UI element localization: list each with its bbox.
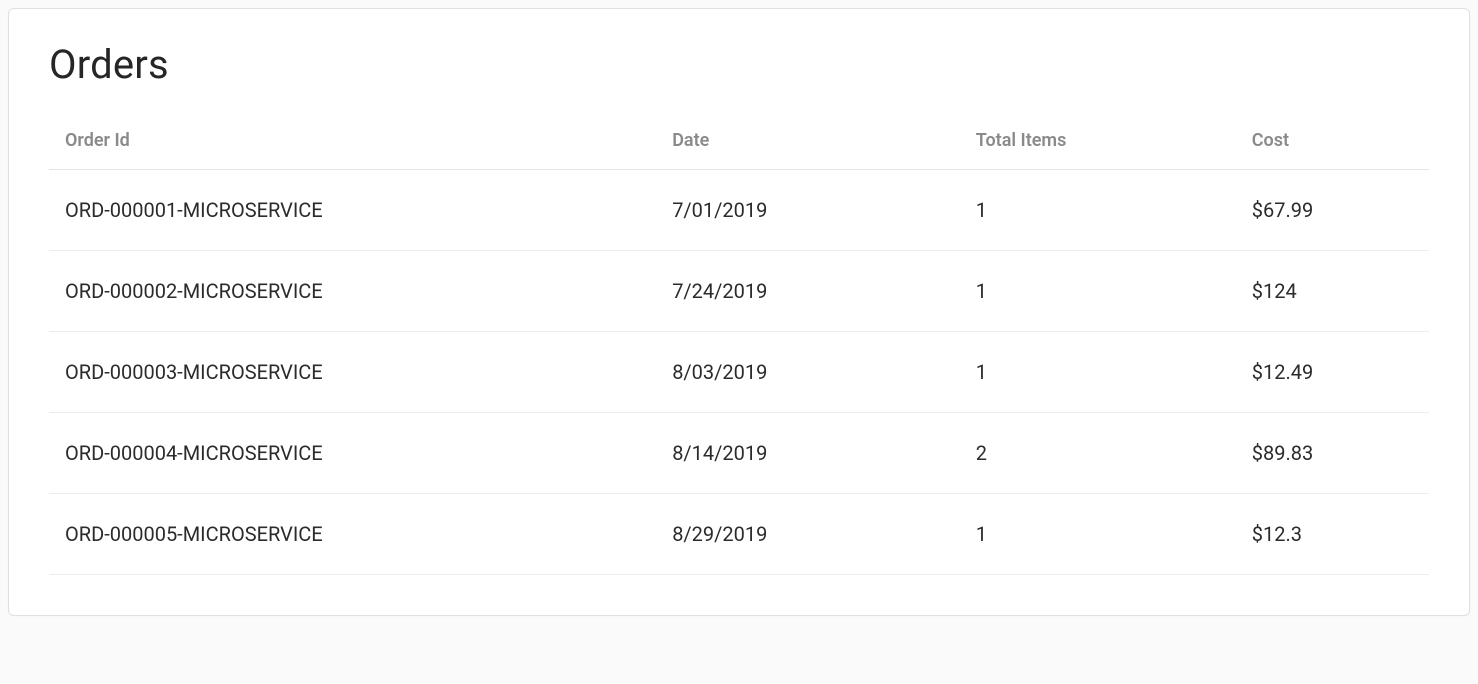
header-date: Date [656, 116, 960, 170]
header-order-id: Order Id [49, 116, 656, 170]
table-header-row: Order Id Date Total Items Cost [49, 116, 1429, 170]
cell-total-items: 1 [960, 332, 1236, 413]
cell-date: 8/03/2019 [656, 332, 960, 413]
header-cost: Cost [1236, 116, 1429, 170]
cell-total-items: 1 [960, 170, 1236, 251]
cell-date: 8/29/2019 [656, 494, 960, 575]
cell-cost: $12.3 [1236, 494, 1429, 575]
cell-order-id: ORD-000003-MICROSERVICE [49, 332, 656, 413]
orders-card: Orders Order Id Date Total Items Cost OR… [8, 8, 1470, 616]
cell-order-id: ORD-000001-MICROSERVICE [49, 170, 656, 251]
orders-table: Order Id Date Total Items Cost ORD-00000… [49, 116, 1429, 575]
cell-cost: $67.99 [1236, 170, 1429, 251]
cell-order-id: ORD-000005-MICROSERVICE [49, 494, 656, 575]
card-title: Orders [49, 41, 1429, 88]
table-row[interactable]: ORD-000002-MICROSERVICE 7/24/2019 1 $124 [49, 251, 1429, 332]
cell-date: 7/24/2019 [656, 251, 960, 332]
cell-cost: $124 [1236, 251, 1429, 332]
cell-date: 7/01/2019 [656, 170, 960, 251]
table-row[interactable]: ORD-000005-MICROSERVICE 8/29/2019 1 $12.… [49, 494, 1429, 575]
cell-total-items: 1 [960, 251, 1236, 332]
header-total-items: Total Items [960, 116, 1236, 170]
table-row[interactable]: ORD-000004-MICROSERVICE 8/14/2019 2 $89.… [49, 413, 1429, 494]
cell-date: 8/14/2019 [656, 413, 960, 494]
table-row[interactable]: ORD-000001-MICROSERVICE 7/01/2019 1 $67.… [49, 170, 1429, 251]
cell-cost: $12.49 [1236, 332, 1429, 413]
cell-order-id: ORD-000002-MICROSERVICE [49, 251, 656, 332]
cell-total-items: 1 [960, 494, 1236, 575]
cell-order-id: ORD-000004-MICROSERVICE [49, 413, 656, 494]
table-row[interactable]: ORD-000003-MICROSERVICE 8/03/2019 1 $12.… [49, 332, 1429, 413]
cell-cost: $89.83 [1236, 413, 1429, 494]
cell-total-items: 2 [960, 413, 1236, 494]
